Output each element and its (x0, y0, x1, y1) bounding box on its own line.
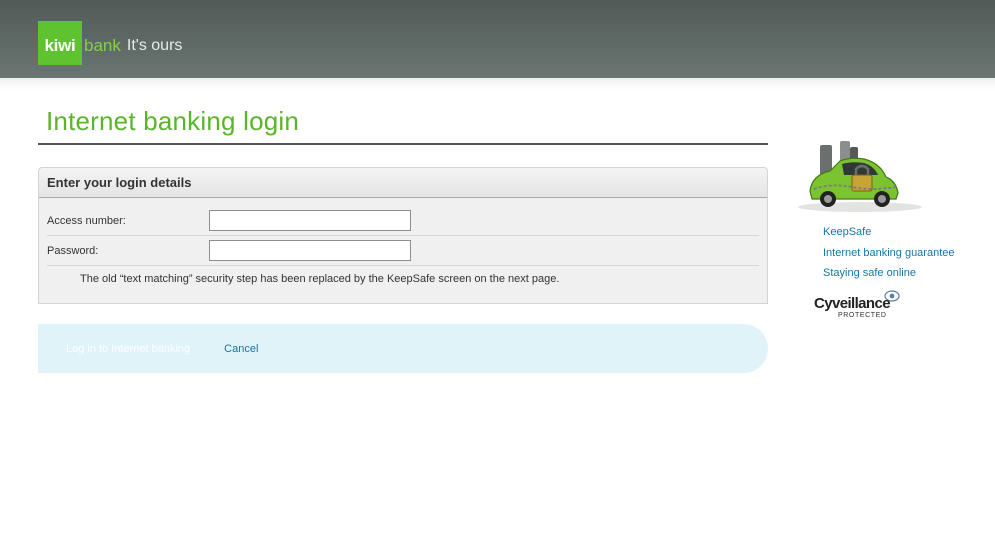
password-input[interactable] (209, 240, 411, 261)
logo-bank-text: bank (84, 36, 121, 55)
banking-guarantee-link[interactable]: Internet banking guarantee (823, 247, 955, 259)
sidebar-link-item: KeepSafe (823, 223, 955, 244)
login-button[interactable]: Log in to Internet banking (66, 343, 190, 355)
cyveillance-name: Cyveillance (814, 295, 891, 312)
login-panel-heading: Enter your login details (39, 168, 767, 198)
keepsafe-link[interactable]: KeepSafe (823, 226, 871, 238)
access-number-row: Access number: (47, 206, 759, 236)
keepsafe-note: The old “text matching” security step ha… (80, 273, 560, 285)
site-header: kiwi bank It's ours (0, 0, 995, 78)
logo-kiwi-text: kiwi (44, 36, 76, 55)
header-shadow (0, 78, 995, 90)
sidebar-link-item: Internet banking guarantee (823, 244, 955, 265)
access-number-label: Access number: (47, 214, 126, 227)
cyveillance-badge[interactable]: Cyveillance PROTECTED (814, 290, 904, 322)
action-bar: Log in to Internet banking Cancel (38, 324, 768, 373)
kiwibank-logo[interactable]: kiwi bank It's ours (38, 21, 182, 65)
cancel-link[interactable]: Cancel (224, 343, 258, 355)
password-label: Password: (47, 244, 99, 257)
password-row: Password: (47, 236, 759, 266)
staying-safe-link[interactable]: Staying safe online (823, 267, 916, 279)
page-title: Internet banking login (46, 106, 300, 136)
locked-car-icon (798, 141, 922, 212)
title-divider (38, 143, 768, 145)
login-panel: Enter your login details Access number: … (38, 167, 768, 304)
logo-kiwi-box: kiwi (38, 21, 82, 65)
sidebar-links: KeepSafe Internet banking guarantee Stay… (823, 223, 955, 285)
logo-tagline: It's ours (126, 37, 183, 54)
sidebar-link-item: Staying safe online (823, 264, 955, 285)
access-number-input[interactable] (209, 210, 411, 231)
cyveillance-protected: PROTECTED (838, 312, 887, 319)
